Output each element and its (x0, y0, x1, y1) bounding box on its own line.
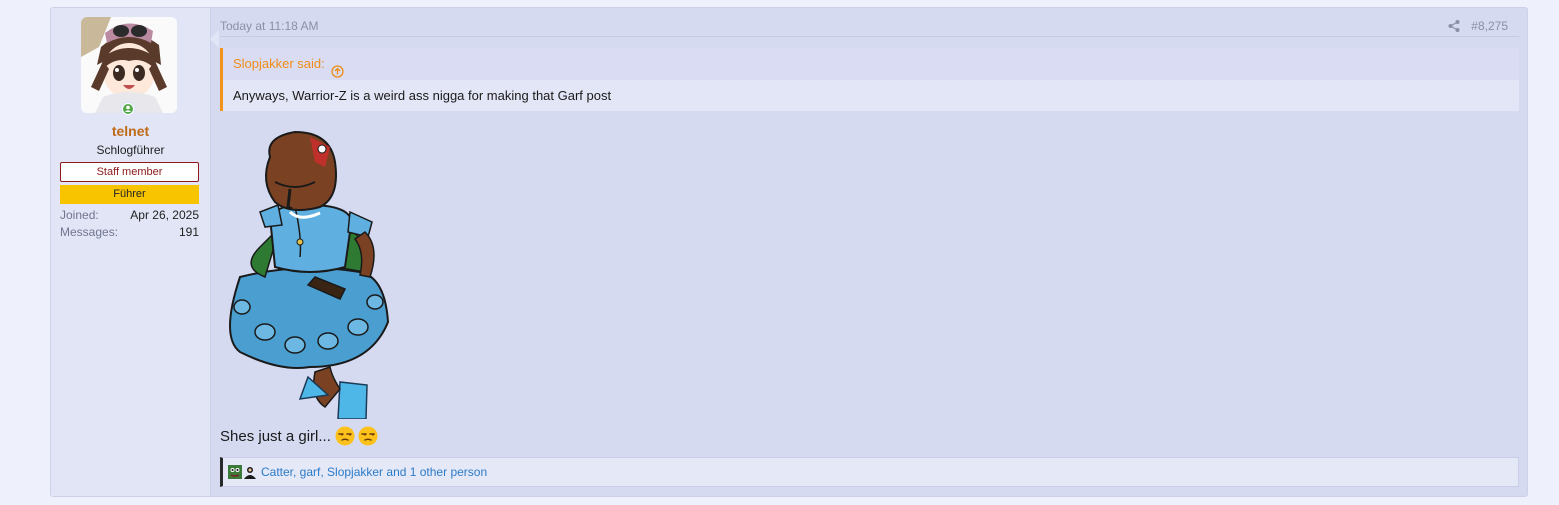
post-number[interactable]: #8,275 (1471, 19, 1508, 33)
unamused-face-icon (335, 426, 355, 446)
user-arrow (210, 30, 219, 48)
user-title: Schlogführer (96, 143, 165, 157)
post-date[interactable]: Today at 11:18 AM (220, 19, 319, 33)
username[interactable]: telnet (51, 123, 210, 139)
unamused-face-icon (358, 426, 378, 446)
message-post: telnet Schlogführer Staff member Führer … (50, 7, 1528, 497)
arrow-up-circle-icon[interactable] (331, 58, 344, 78)
avatar[interactable] (81, 17, 177, 113)
post-body: Shes just a girl... (220, 426, 378, 446)
joined-value: Apr 26, 2025 (130, 208, 199, 222)
post-body-text: Shes just a girl... (220, 427, 331, 445)
header-divider (220, 36, 1519, 37)
user-cell: telnet Schlogführer Staff member Führer … (51, 8, 211, 496)
quote-header[interactable]: Slopjakker said: (223, 48, 1519, 80)
reaction-frog-icon (228, 465, 242, 479)
quote-text: Anyways, Warrior-Z is a weird ass nigga … (233, 88, 612, 103)
reactions-text[interactable]: Catter, garf, Slopjakker and 1 other per… (261, 465, 487, 479)
quote-block: Slopjakker said: Anyways, Warrior-Z is a… (220, 48, 1519, 111)
reaction-person-icon (243, 465, 257, 479)
reactions-bar[interactable]: Catter, garf, Slopjakker and 1 other per… (220, 457, 1519, 487)
joined-label: Joined: (60, 208, 99, 222)
fuhrer-banner: Führer (60, 185, 199, 204)
quote-author[interactable]: Slopjakker said: (233, 48, 325, 80)
message-main: Today at 11:18 AM #8,275 Slopjakker said… (220, 8, 1519, 496)
share-icon[interactable] (1447, 19, 1461, 33)
staff-banner: Staff member (60, 162, 199, 182)
messages-value[interactable]: 191 (179, 225, 199, 239)
attached-image[interactable] (220, 127, 395, 420)
messages-label: Messages: (60, 225, 119, 239)
online-status-icon (120, 101, 136, 117)
